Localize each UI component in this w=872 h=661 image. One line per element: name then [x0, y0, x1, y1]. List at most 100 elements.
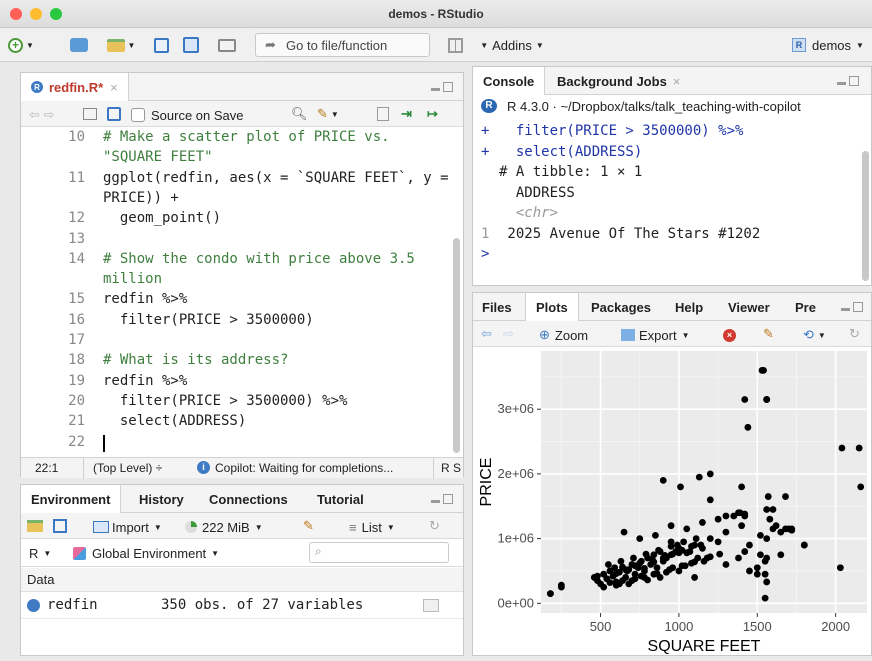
- project-menu[interactable]: R demos ▼: [792, 34, 870, 56]
- back-icon[interactable]: ⇦ ⇨: [29, 104, 54, 126]
- view-data-icon[interactable]: [423, 599, 439, 612]
- publish-icon[interactable]: ⟲ ▼: [803, 324, 826, 346]
- console-line: # A tibble: 1 × 1: [481, 164, 642, 180]
- data-point: [741, 396, 749, 403]
- data-point: [741, 548, 749, 555]
- environment-icon: [73, 546, 86, 560]
- data-point: [612, 570, 620, 577]
- tab-background-jobs[interactable]: Background Jobs ×: [557, 67, 680, 95]
- tab-presentation[interactable]: Pre: [795, 293, 816, 321]
- code-line: # Show the condo with price above 3.5: [103, 250, 415, 267]
- language-selector[interactable]: R ▼: [29, 542, 51, 564]
- console-minmax[interactable]: [837, 76, 859, 88]
- x-axis-label: SQUARE FEET: [648, 638, 761, 655]
- previous-plot-icon[interactable]: ⇦: [481, 323, 492, 345]
- workspace-panes-button[interactable]: [446, 34, 464, 56]
- expand-icon[interactable]: [27, 599, 40, 612]
- data-point: [675, 549, 683, 557]
- tab-packages[interactable]: Packages: [591, 293, 651, 321]
- environment-search-input[interactable]: ⌕: [309, 542, 449, 563]
- line-number: 16: [68, 311, 85, 328]
- open-file-button[interactable]: ▼: [102, 34, 140, 56]
- save-button[interactable]: [150, 34, 172, 56]
- addins-menu[interactable]: ▼ Addins ▼: [470, 34, 554, 56]
- tab-history[interactable]: History: [139, 485, 184, 513]
- memory-usage-menu[interactable]: 222 MiB ▼: [185, 516, 263, 538]
- environment-minmax[interactable]: [431, 494, 453, 506]
- compile-report-icon[interactable]: [377, 103, 389, 125]
- scope-selector[interactable]: (Top Level) ÷: [93, 461, 162, 475]
- export-menu[interactable]: Export ▼: [621, 324, 690, 346]
- tab-viewer[interactable]: Viewer: [728, 293, 770, 321]
- cursor-position: 22:1: [35, 461, 59, 475]
- data-point: [636, 535, 644, 543]
- tab-environment[interactable]: Environment: [21, 485, 122, 513]
- print-button[interactable]: [214, 34, 240, 56]
- next-plot-icon[interactable]: ⇨: [503, 323, 514, 345]
- plots-minmax[interactable]: [841, 302, 863, 314]
- close-tab-icon[interactable]: ×: [110, 80, 118, 95]
- code-line: redfin %>%: [103, 291, 188, 308]
- zoom-button[interactable]: ⊕ Zoom: [539, 324, 588, 346]
- working-directory[interactable]: R 4.3.0 · ~/Dropbox/talks/talk_teaching-…: [507, 99, 801, 114]
- console-text: filter(PRICE > 3500000) %>%: [499, 123, 744, 139]
- new-project-button[interactable]: [64, 34, 94, 56]
- load-workspace-icon[interactable]: [27, 515, 43, 537]
- show-in-window-icon[interactable]: [83, 103, 97, 125]
- clear-plots-icon[interactable]: ✎: [763, 323, 774, 345]
- editor-scrollbar[interactable]: [453, 238, 460, 453]
- console-scrollbar[interactable]: [862, 151, 869, 281]
- refresh-icon[interactable]: ↻: [429, 515, 440, 537]
- environment-pane: Environment History Connections Tutorial…: [20, 484, 464, 656]
- editor-minmax[interactable]: [431, 82, 453, 94]
- close-tab-icon[interactable]: ×: [673, 74, 681, 89]
- refresh-plot-icon[interactable]: ↻: [849, 323, 860, 345]
- remove-plot-icon[interactable]: ×: [723, 324, 736, 346]
- tab-console[interactable]: Console: [473, 67, 546, 95]
- environment-row[interactable]: redfin 350 obs. of 27 variables: [21, 593, 463, 619]
- tab-tutorial[interactable]: Tutorial: [317, 485, 364, 513]
- search-icon[interactable]: 🔍︎: [291, 103, 308, 125]
- variable-name: redfin: [47, 597, 98, 613]
- line-number: 21: [68, 413, 85, 430]
- code-line: # Make a scatter plot of PRICE vs.: [103, 129, 390, 145]
- tab-connections[interactable]: Connections: [209, 485, 288, 513]
- run-icon[interactable]: ⇥: [401, 103, 412, 125]
- code-line: PRICE)) +: [103, 189, 179, 206]
- tab-plots[interactable]: Plots: [525, 293, 579, 321]
- save-file-icon[interactable]: [107, 103, 121, 125]
- broom-icon[interactable]: ✎: [303, 515, 314, 537]
- source-on-save-checkbox[interactable]: Source on Save: [131, 104, 244, 126]
- y-tick-label: 2e+06: [497, 466, 534, 481]
- save-workspace-icon[interactable]: [53, 515, 67, 537]
- y-tick-label: 3e+06: [497, 401, 534, 416]
- tab-help[interactable]: Help: [675, 293, 703, 321]
- data-point: [631, 562, 639, 570]
- save-all-button[interactable]: [178, 34, 204, 56]
- data-point: [691, 558, 698, 566]
- variable-summary: 350 obs. of 27 variables: [161, 597, 364, 613]
- tab-files[interactable]: Files: [482, 293, 512, 321]
- go-to-file-input[interactable]: ➦ Go to file/function: [255, 33, 430, 57]
- console-output[interactable]: + filter(PRICE > 3500000) %>% + select(AD…: [473, 119, 859, 281]
- data-point: [741, 510, 749, 518]
- data-point: [659, 554, 667, 562]
- line-number: 17: [68, 332, 85, 348]
- scope-menu[interactable]: Global Environment ▼: [73, 542, 219, 564]
- tab-redfin[interactable]: R redfin.R* ×: [21, 73, 129, 101]
- source-icon[interactable]: ↦: [427, 103, 438, 125]
- x-tick-label: 1000: [664, 619, 693, 634]
- data-point: [722, 512, 730, 520]
- data-point: [622, 566, 630, 574]
- import-dataset-menu[interactable]: Import ▼: [93, 516, 162, 538]
- data-point: [757, 551, 764, 559]
- data-point: [703, 554, 711, 562]
- data-point: [688, 542, 695, 550]
- file-type-selector[interactable]: R S: [441, 461, 461, 475]
- data-point: [641, 564, 648, 572]
- data-point: [650, 558, 658, 566]
- code-tools-icon[interactable]: ✎ ▼: [317, 103, 339, 125]
- new-file-button[interactable]: + ▼: [6, 34, 36, 56]
- list-view-menu[interactable]: ≡ List ▼: [349, 516, 395, 538]
- data-point: [706, 496, 714, 504]
